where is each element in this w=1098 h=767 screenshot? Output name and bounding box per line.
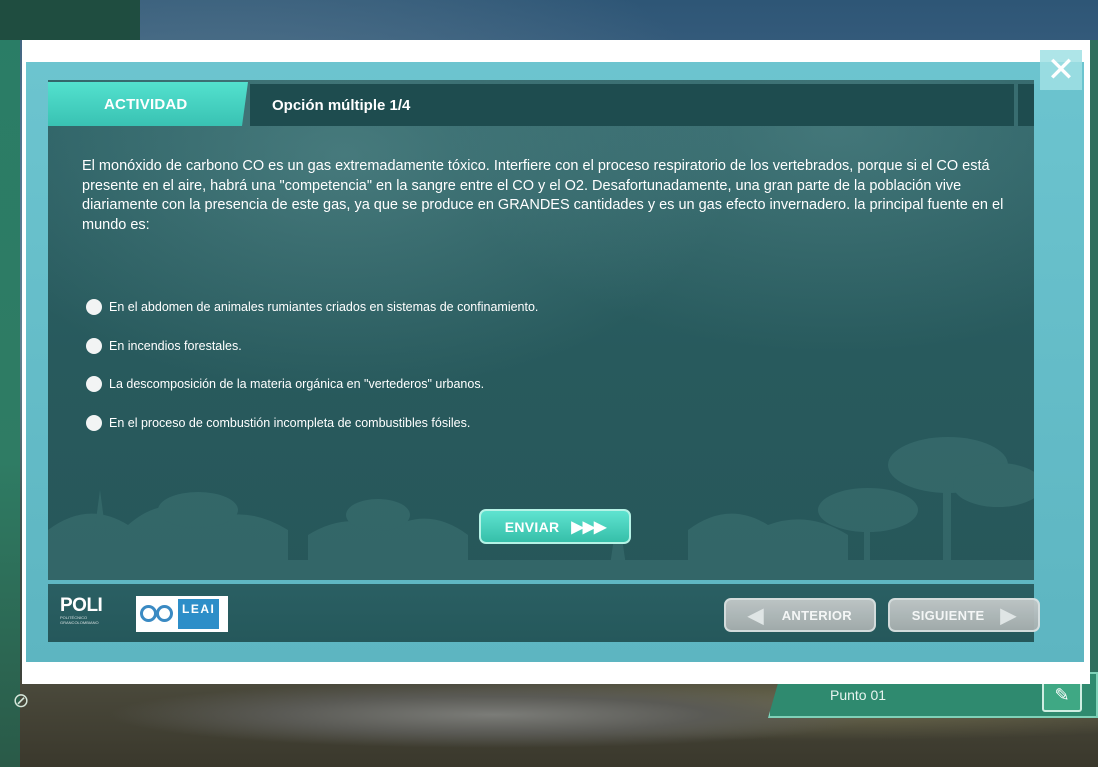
radio-button[interactable] <box>86 337 102 354</box>
answer-option-label: En incendios forestales. <box>109 338 242 353</box>
answer-options: En el abdomen de animales rumiantes cria… <box>86 297 538 451</box>
leai-logo-text: LEAI <box>178 599 220 629</box>
poli-logo: POLI POLITÉCNICO GRANCOLOMBIANO <box>60 596 124 632</box>
answer-option[interactable]: En el proceso de combustión incompleta d… <box>86 413 538 433</box>
section-tab: ACTIVIDAD <box>48 82 248 126</box>
answer-option[interactable]: La descomposición de la materia orgánica… <box>86 374 538 394</box>
leai-logo: LEAI <box>136 596 228 632</box>
answer-option-label: En el abdomen de animales rumiantes cria… <box>109 300 539 314</box>
arrow-right-icon: ▶ <box>1000 604 1017 627</box>
submit-label: ENVIAR <box>504 518 560 535</box>
previous-label: ANTERIOR <box>781 607 852 623</box>
close-icon[interactable]: ✕ <box>1040 50 1082 90</box>
eyes-icon <box>140 602 176 626</box>
activity-header: ACTIVIDAD Opción múltiple 1/4 <box>48 82 1034 126</box>
arrow-left-icon: ◀ <box>748 604 764 627</box>
background-left-strip <box>0 0 20 767</box>
answer-option[interactable]: En incendios forestales. <box>86 336 538 356</box>
header-end-cap <box>1018 84 1034 126</box>
answer-option-label: En el proceso de combustión incompleta d… <box>109 415 471 430</box>
poli-logo-text: POLI <box>60 595 103 616</box>
triple-arrow-icon: ▶▶▶ <box>571 518 606 536</box>
next-label: SIGUIENTE <box>911 607 985 623</box>
activity-title: Opción múltiple 1/4 <box>250 84 1014 126</box>
radio-button[interactable] <box>86 299 102 315</box>
next-button[interactable]: SIGUIENTE ▶ <box>888 598 1040 632</box>
answer-option-label: La descomposición de la materia orgánica… <box>109 377 485 391</box>
radio-button[interactable] <box>86 414 102 431</box>
previous-button[interactable]: ◀ ANTERIOR <box>724 598 876 632</box>
radio-button[interactable] <box>86 376 102 392</box>
no-entry-icon[interactable]: ⊘ <box>6 686 36 716</box>
question-text: El monóxido de carbono CO es un gas extr… <box>82 158 1004 233</box>
answer-option[interactable]: En el abdomen de animales rumiantes cria… <box>86 297 538 317</box>
poli-logo-subtext: POLITÉCNICO GRANCOLOMBIANO <box>60 615 99 625</box>
punto-label: Punto 01 <box>830 687 887 703</box>
background-top-left-panel <box>0 0 140 40</box>
submit-button[interactable]: ENVIAR ▶▶▶ <box>479 509 631 544</box>
